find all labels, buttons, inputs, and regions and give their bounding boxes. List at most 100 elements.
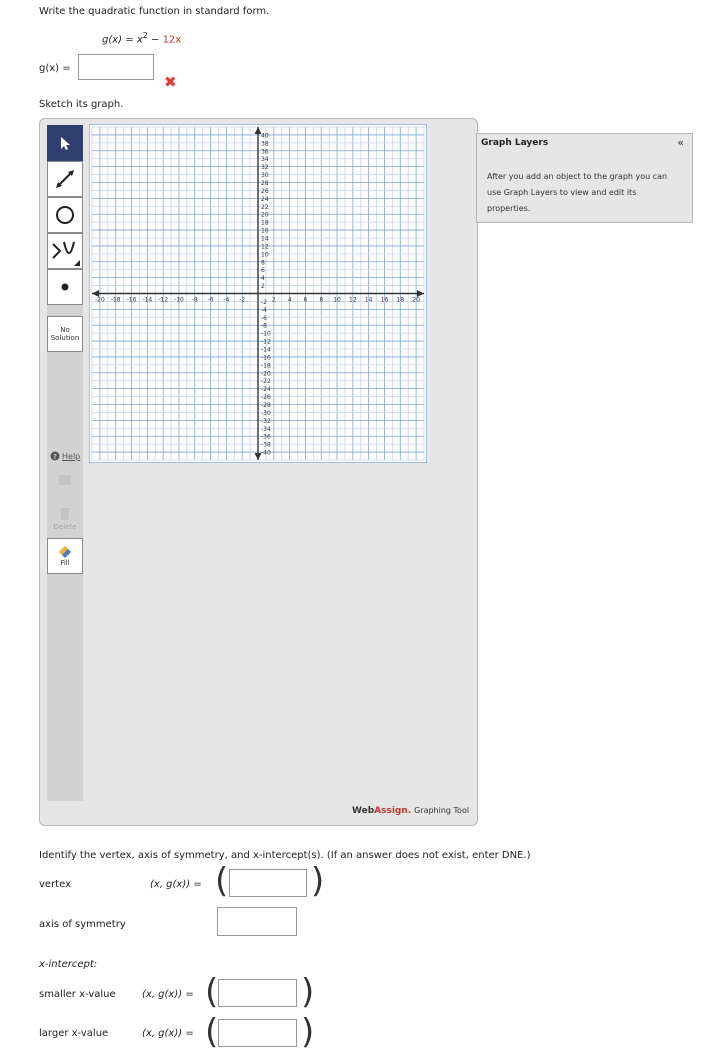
larger-x-input[interactable]: [218, 1019, 297, 1047]
fill-label: Fill: [60, 559, 70, 567]
delete-tool-button: Delete: [47, 507, 83, 531]
y-tick-label: -14: [261, 347, 271, 354]
close-paren-vertex: ): [311, 861, 325, 901]
y-tick-label: -8: [261, 323, 267, 330]
y-tick-label: -12: [261, 339, 271, 346]
point-dot-icon: [61, 283, 69, 291]
x-tick-label: 14: [365, 297, 373, 304]
open-paren-larger: (: [205, 1012, 219, 1052]
y-tick-label: -18: [261, 362, 271, 369]
y-tick-label: -22: [261, 378, 271, 385]
no-solution-label-1: No: [60, 326, 70, 334]
x-tick-label: 20: [412, 297, 420, 304]
x-tick-label: 10: [333, 297, 341, 304]
line-segment-icon: [56, 170, 74, 188]
y-tick-label: 26: [261, 188, 269, 195]
x-tick-label: 6: [304, 297, 308, 304]
y-tick-label: 10: [261, 251, 269, 258]
vertex-pair-label: (x, g(x)) =: [150, 879, 202, 890]
y-tick-label: -2: [261, 299, 267, 306]
question-prompt: Write the quadratic function in standard…: [39, 6, 270, 17]
y-tick-label: -26: [261, 394, 271, 401]
point-tool-button[interactable]: [47, 269, 83, 305]
x-tick-label: 12: [349, 297, 357, 304]
parabola-tool-button[interactable]: [47, 233, 83, 269]
open-paren-vertex: (: [215, 861, 229, 901]
smaller-pair-label: (x, g(x)) =: [142, 989, 194, 1000]
paint-bucket-icon: [59, 546, 71, 558]
x-tick-label: -10: [174, 297, 184, 304]
sketch-prompt: Sketch its graph.: [39, 99, 124, 110]
standard-form-input[interactable]: [78, 54, 154, 80]
identify-prompt: Identify the vertex, axis of symmetry, a…: [39, 850, 531, 861]
brand-assign: Assign.: [374, 806, 412, 816]
y-tick-label: -34: [261, 426, 271, 433]
vertex-label: vertex: [39, 879, 71, 890]
y-tick-label: 38: [261, 140, 269, 147]
term-12x: 12x: [162, 34, 182, 46]
fill-tool-button[interactable]: Fill: [47, 538, 83, 574]
y-tick-label: 30: [261, 172, 269, 179]
exponent: 2: [142, 31, 148, 40]
x-tick-label: -18: [111, 297, 121, 304]
line-tool-button[interactable]: [47, 161, 83, 197]
x-tick-label: 18: [396, 297, 404, 304]
vertex-input[interactable]: [229, 869, 307, 897]
x-intercept-label: x-intercept:: [39, 959, 98, 970]
coordinate-grid[interactable]: -20 -18 -16 -14 -12 -10 -8 -6 -4 -2 2 4 6 8 10 12 14 16 18…: [89, 124, 427, 463]
y-tick-label: 32: [261, 164, 269, 171]
y-tick-label: -36: [261, 434, 271, 441]
y-tick-label: 18: [261, 220, 269, 227]
circle-tool-button[interactable]: [47, 197, 83, 233]
y-tick-label: -20: [261, 370, 271, 377]
larger-label: larger x-value: [39, 1028, 109, 1039]
trash-icon: [60, 508, 70, 520]
collapse-icon[interactable]: «: [677, 136, 684, 149]
help-question-icon: ?: [50, 451, 60, 461]
webassign-brand: WebAssign. Graphing Tool: [352, 806, 469, 816]
x-tick-label: -16: [127, 297, 137, 304]
function-definition: g(x) = x2 − 12x: [102, 31, 181, 45]
minus-sign: −: [151, 34, 160, 46]
y-tick-label: 16: [261, 228, 269, 235]
y-tick-label: -24: [261, 386, 271, 393]
faded-grid-icon: [59, 475, 71, 485]
close-paren-smaller: ): [301, 972, 315, 1012]
brand-tool: Graphing Tool: [414, 806, 470, 815]
x-tick-label: -20: [95, 297, 105, 304]
y-tick-label: 22: [261, 204, 269, 211]
brand-web: Web: [352, 806, 375, 816]
x-tick-label: -12: [158, 297, 168, 304]
cursor-arrow-icon: [61, 137, 70, 150]
y-tick-label: -4: [261, 307, 267, 314]
x-tick-label: 8: [319, 297, 323, 304]
x-tick-label: -8: [192, 297, 198, 304]
x-tick-label: 2: [272, 297, 276, 304]
graph-layers-title: Graph Layers: [481, 138, 549, 148]
circle-icon: [56, 206, 74, 224]
graph-layers-panel: Graph Layers « After you add an object t…: [476, 133, 693, 223]
open-paren-smaller: (: [205, 972, 219, 1012]
y-tick-label: -40: [261, 450, 271, 457]
x-tick-label: -14: [142, 297, 152, 304]
help-link[interactable]: ? Help: [50, 451, 80, 461]
axis-of-symmetry-input[interactable]: [217, 907, 297, 936]
incorrect-x-icon: ✖: [164, 73, 177, 91]
smaller-x-input[interactable]: [218, 979, 297, 1007]
y-tick-label: -32: [261, 418, 271, 425]
y-tick-label: 20: [261, 212, 269, 219]
faded-tool-button: [47, 474, 83, 489]
no-solution-button[interactable]: No Solution: [47, 316, 83, 352]
x-tick-label: -4: [223, 297, 229, 304]
help-label: Help: [62, 451, 81, 461]
y-tick-label: 2: [261, 283, 265, 290]
y-tick-label: -38: [261, 442, 271, 449]
y-tick-label: 34: [261, 156, 269, 163]
close-paren-larger: ): [301, 1012, 315, 1052]
x-tick-label: -6: [208, 297, 214, 304]
parabola-icon: [52, 241, 80, 266]
pointer-tool-button[interactable]: [47, 125, 83, 161]
smaller-label: smaller x-value: [39, 989, 116, 1000]
graph-layers-hint: After you add an object to the graph you…: [487, 172, 668, 213]
x-tick-label: 4: [288, 297, 292, 304]
